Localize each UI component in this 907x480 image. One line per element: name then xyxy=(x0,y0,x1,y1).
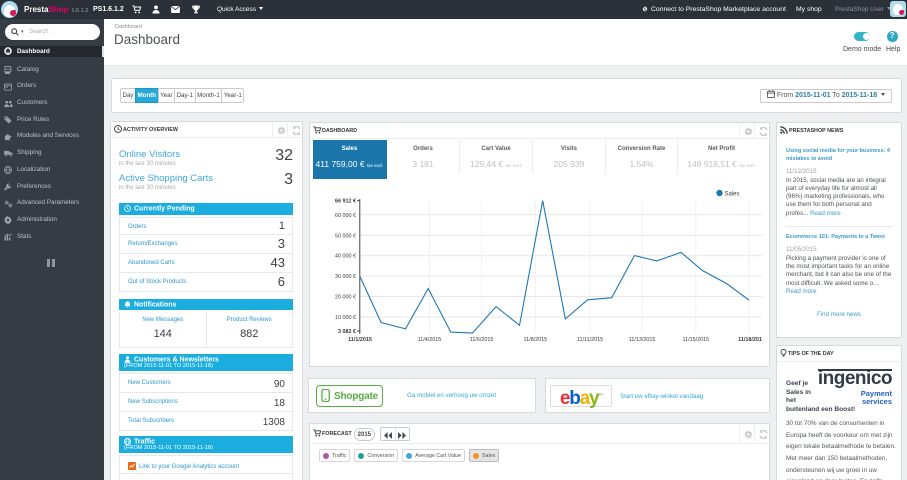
svg-text:Sales: Sales xyxy=(725,191,740,197)
svg-text:20 000 €: 20 000 € xyxy=(335,295,356,301)
svg-text:11/18/201: 11/18/201 xyxy=(738,337,762,343)
svg-text:10 000 €: 10 000 € xyxy=(335,315,356,321)
svg-text:30 000 €: 30 000 € xyxy=(335,274,356,280)
svg-text:11/4/2015: 11/4/2015 xyxy=(418,337,442,343)
svg-text:66 912 €: 66 912 € xyxy=(335,199,356,205)
svg-text:60 000 €: 60 000 € xyxy=(335,213,356,219)
svg-text:3 082 €: 3 082 € xyxy=(338,329,356,335)
svg-text:11/6/2015: 11/6/2015 xyxy=(470,337,494,343)
svg-text:11/1/2015: 11/1/2015 xyxy=(348,337,372,343)
svg-text:40 000 €: 40 000 € xyxy=(335,254,356,260)
svg-text:50 000 €: 50 000 € xyxy=(335,233,356,239)
svg-text:11/8/2015: 11/8/2015 xyxy=(524,337,548,343)
svg-text:11/13/2015: 11/13/2015 xyxy=(629,337,656,343)
svg-text:11/15/2015: 11/15/2015 xyxy=(683,337,710,343)
svg-text:11/11/2015: 11/11/2015 xyxy=(577,337,603,343)
